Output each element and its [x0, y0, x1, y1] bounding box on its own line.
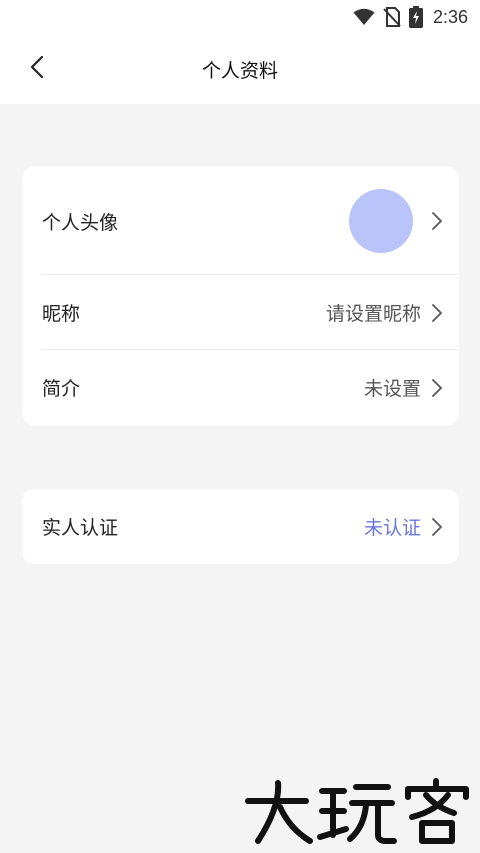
avatar-row-label: 个人头像: [42, 211, 119, 234]
chevron-right-icon: [429, 303, 445, 323]
profile-card: 个人头像 昵称 请设置昵称 简介 未设置: [22, 167, 459, 425]
battery-charging-icon: [408, 6, 423, 28]
page-title: 个人资料: [201, 59, 278, 82]
verify-row-label: 实人认证: [42, 517, 119, 539]
nickname-value: 请设置昵称: [325, 303, 421, 325]
real-name-verify-row[interactable]: 实人认证 未认证: [22, 489, 459, 564]
verify-card: 实人认证 未认证: [22, 489, 459, 564]
chevron-right-icon: [429, 211, 445, 231]
nickname-row-label: 昵称: [42, 303, 81, 325]
profile-screen: 2:36 个人资料 个人头像 昵称 请设置昵称 简介 未设置 实人认证 未认证: [0, 0, 480, 853]
chevron-right-icon: [429, 517, 445, 537]
verify-status: 未认证: [363, 517, 421, 539]
back-button[interactable]: [22, 52, 52, 86]
avatar: [349, 189, 413, 253]
bio-row[interactable]: 简介 未设置: [22, 350, 459, 425]
bio-row-label: 简介: [42, 378, 81, 400]
wifi-icon: [353, 8, 375, 26]
status-time: 2:36: [432, 6, 468, 27]
status-bar: 2:36: [0, 0, 480, 34]
no-sim-icon: [383, 7, 401, 27]
chevron-right-icon: [429, 378, 445, 398]
avatar-row[interactable]: 个人头像: [22, 167, 459, 275]
nickname-row[interactable]: 昵称 请设置昵称: [22, 275, 459, 350]
bio-value: 未设置: [363, 378, 421, 400]
page-header: 个人资料: [0, 34, 480, 104]
watermark-logo: [240, 777, 476, 847]
chevron-left-icon: [30, 55, 44, 82]
